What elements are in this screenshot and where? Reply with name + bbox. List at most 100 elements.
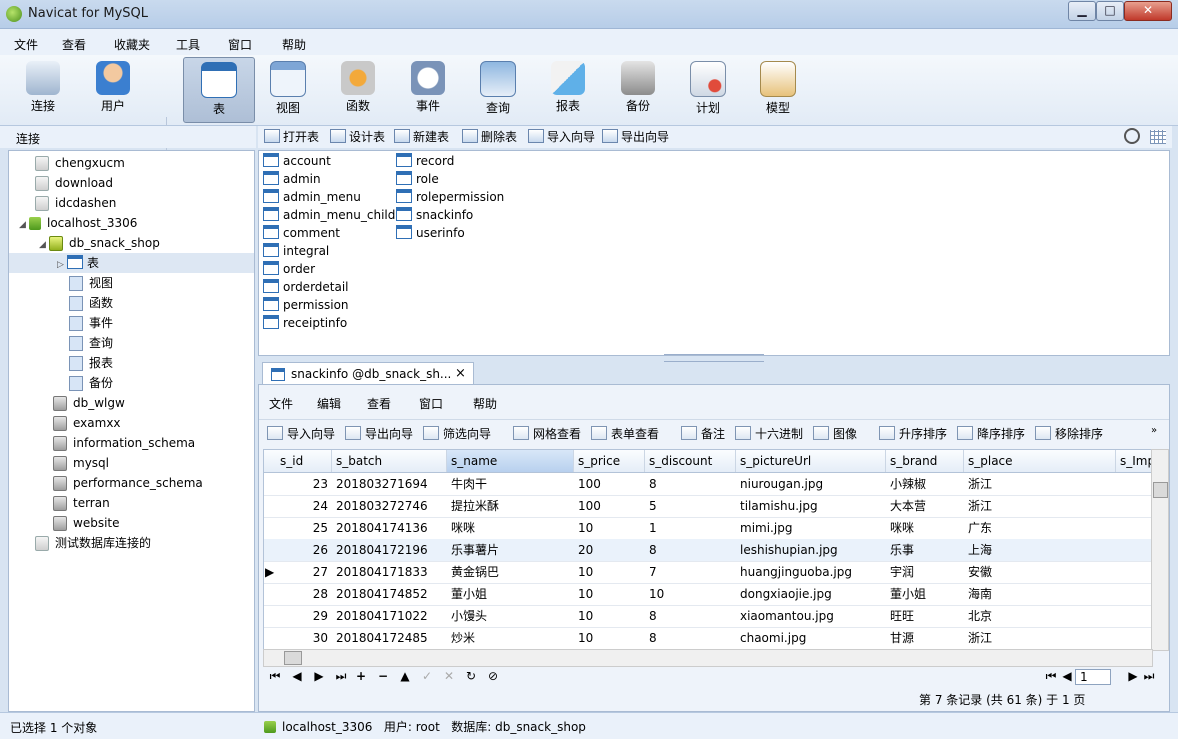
cell-s-brand[interactable]: 乐事 [886, 539, 964, 561]
column-header[interactable]: s_batch [332, 450, 447, 472]
cell-s-id[interactable]: 30 [276, 627, 332, 649]
sort-ascending-button[interactable]: 升序排序 [879, 425, 947, 442]
cell-s-place[interactable]: 海南 [964, 583, 1116, 605]
table-item[interactable]: admin_menu_child [263, 206, 395, 224]
toolbar-user-button[interactable]: 用户 [78, 57, 148, 121]
table-row[interactable]: 28 201804174852 董小姐 10 10 dongxiaojie.jpg 董小姐海… [264, 583, 1152, 606]
cell-s-batch[interactable]: 201804172196 [332, 539, 447, 561]
cell-s-pictureurl[interactable]: xiaomantou.jpg [736, 605, 886, 627]
cell-s-price[interactable]: 10 [574, 561, 645, 583]
tree-item-test-connection[interactable]: 测试数据库连接的 [9, 533, 254, 553]
tree-item-mysql[interactable]: mysql [9, 453, 254, 473]
apply-changes-icon[interactable]: ▲ [397, 669, 413, 683]
delete-table-button[interactable]: 删除表 [462, 129, 517, 145]
cell-s-place[interactable]: 浙江 [964, 627, 1116, 649]
table-item[interactable]: integral [263, 242, 329, 260]
cell-s-name[interactable]: 炒米 [447, 627, 574, 649]
minimize-button[interactable]: ▁ [1068, 1, 1096, 21]
table-item[interactable]: permission [263, 296, 349, 314]
cell-s-batch[interactable]: 201804174852 [332, 583, 447, 605]
last-record-icon[interactable]: ⏭ [333, 669, 349, 684]
cell-s-pictureurl[interactable]: tilamishu.jpg [736, 495, 886, 517]
table-item[interactable]: record [396, 152, 454, 170]
toolbar-report-button[interactable]: 报表 [533, 57, 603, 121]
cell-s-pictureurl[interactable]: niurougan.jpg [736, 473, 886, 495]
tree-item-examxx[interactable]: examxx [9, 413, 254, 433]
cancel-edit-icon[interactable]: ✕ [441, 669, 457, 683]
toolbar-view-button[interactable]: 视图 [253, 57, 323, 121]
grid-view-icon[interactable] [1150, 130, 1166, 144]
table-item[interactable]: receiptinfo [263, 314, 347, 332]
cell-s-name[interactable]: 黄金锅巴 [447, 561, 574, 583]
toolbar-event-button[interactable]: 事件 [393, 57, 463, 121]
cell-s-batch[interactable]: 201804174136 [332, 517, 447, 539]
tree-item-events[interactable]: 事件 [9, 313, 254, 333]
import-wizard-button[interactable]: 导入向导 [528, 129, 595, 145]
confirm-icon[interactable]: ✓ [419, 669, 435, 683]
toolbar-connection-button[interactable]: 连接 [8, 57, 78, 121]
table-item[interactable]: snackinfo [396, 206, 473, 224]
cell-s-price[interactable]: 10 [574, 627, 645, 649]
column-header[interactable]: s_name [447, 450, 574, 472]
cell-s-discount[interactable]: 10 [645, 583, 736, 605]
toolbar-function-button[interactable]: 函数 [323, 57, 393, 121]
menu-help[interactable]: 帮助 [282, 36, 306, 53]
menu-tools[interactable]: 工具 [176, 36, 200, 53]
cell-s-price[interactable]: 10 [574, 517, 645, 539]
tab-snackinfo[interactable]: snackinfo @db_snack_sh... × [262, 362, 474, 385]
add-record-icon[interactable]: + [353, 669, 369, 683]
cell-s-id[interactable]: 27 [276, 561, 332, 583]
editor-menu-help[interactable]: 帮助 [473, 395, 497, 412]
cell-s-name[interactable]: 牛肉干 [447, 473, 574, 495]
menu-file[interactable]: 文件 [14, 36, 38, 53]
table-row[interactable]: 26 201804172196 乐事薯片 20 8 leshishupian.jpg 乐事上… [264, 539, 1152, 562]
scroll-thumb[interactable] [1153, 482, 1168, 498]
delete-record-icon[interactable]: − [375, 669, 391, 683]
remove-sort-button[interactable]: 移除排序 [1035, 425, 1103, 442]
tree-item-download[interactable]: download [9, 173, 254, 193]
next-page-icon[interactable]: ▶ [1125, 669, 1141, 683]
tree-item-website[interactable]: website [9, 513, 254, 533]
cell-s-place[interactable]: 北京 [964, 605, 1116, 627]
toolbar-model-button[interactable]: 模型 [743, 57, 813, 121]
cell-s-batch[interactable]: 201804171833 [332, 561, 447, 583]
scroll-thumb[interactable] [284, 651, 302, 665]
cell-s-discount[interactable]: 8 [645, 473, 736, 495]
column-header[interactable]: s_price [574, 450, 645, 472]
toolbar-overflow-icon[interactable]: » [1151, 425, 1157, 436]
cell-s-id[interactable]: 26 [276, 539, 332, 561]
tree-item-db-snack-shop[interactable]: ◢ db_snack_shop [9, 233, 254, 255]
menu-window[interactable]: 窗口 [228, 36, 252, 53]
cell-s-pictureurl[interactable]: huangjinguoba.jpg [736, 561, 886, 583]
refresh-icon[interactable]: ↻ [463, 669, 479, 683]
cell-s-discount[interactable]: 5 [645, 495, 736, 517]
cell-s-name[interactable]: 董小姐 [447, 583, 574, 605]
form-view-button[interactable]: 表单查看 [591, 425, 659, 442]
cell-s-name[interactable]: 咪咪 [447, 517, 574, 539]
table-item[interactable]: order [263, 260, 315, 278]
cell-s-discount[interactable]: 8 [645, 539, 736, 561]
tree-item-localhost[interactable]: ◢ localhost_3306 [9, 213, 254, 235]
cell-s-place[interactable]: 上海 [964, 539, 1116, 561]
pane-splitter[interactable] [664, 354, 764, 362]
maximize-button[interactable]: □ [1096, 1, 1124, 21]
cell-s-batch[interactable]: 201803271694 [332, 473, 447, 495]
tree-item-reports[interactable]: 报表 [9, 353, 254, 373]
expand-arrow-icon[interactable]: ◢ [39, 235, 49, 255]
cell-s-id[interactable]: 25 [276, 517, 332, 539]
column-header[interactable]: s_brand [886, 450, 964, 472]
cell-s-price[interactable]: 100 [574, 495, 645, 517]
toolbar-schedule-button[interactable]: 计划 [673, 57, 743, 121]
editor-menu-file[interactable]: 文件 [269, 395, 293, 412]
cell-s-price[interactable]: 10 [574, 583, 645, 605]
cell-s-discount[interactable]: 8 [645, 627, 736, 649]
cell-s-name[interactable]: 乐事薯片 [447, 539, 574, 561]
editor-menu-edit[interactable]: 编辑 [317, 395, 341, 412]
next-record-icon[interactable]: ▶ [311, 669, 327, 683]
design-table-button[interactable]: 设计表 [330, 129, 385, 145]
cell-s-price[interactable]: 20 [574, 539, 645, 561]
expand-arrow-icon[interactable]: ◢ [19, 215, 29, 235]
editor-menu-window[interactable]: 窗口 [419, 395, 443, 412]
first-record-icon[interactable]: ⏮ [267, 669, 283, 684]
sort-descending-button[interactable]: 降序排序 [957, 425, 1025, 442]
